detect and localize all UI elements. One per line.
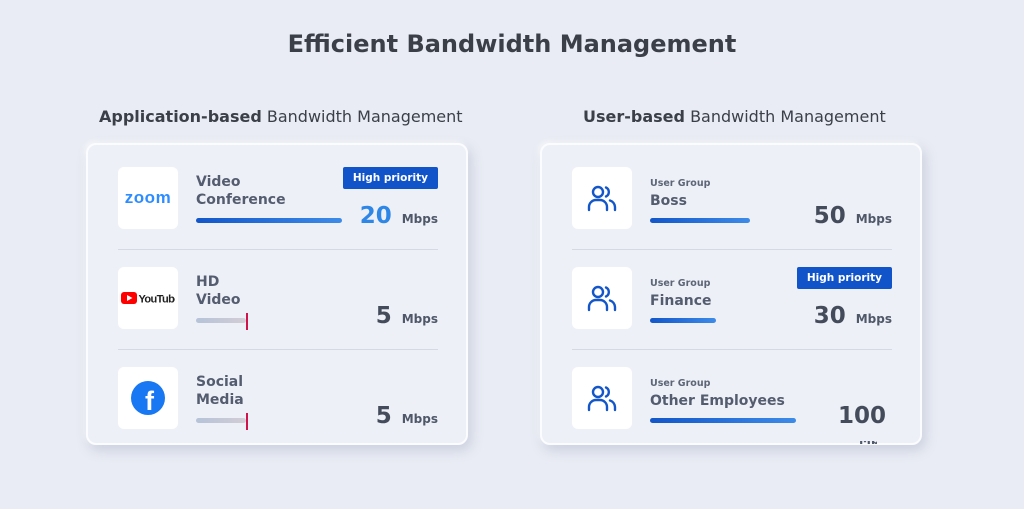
rate-display: 30 Mbps bbox=[814, 303, 892, 329]
rate-unit: Mbps bbox=[859, 441, 877, 447]
app-label-line2: Conference bbox=[196, 192, 286, 208]
user-row-boss: User Group Boss 50 Mbps bbox=[542, 145, 920, 250]
facebook-icon: f bbox=[131, 381, 165, 416]
user-section-heading: User-based Bandwidth Management bbox=[583, 107, 886, 126]
app-label-line1: Social bbox=[196, 374, 244, 390]
rate-unit: Mbps bbox=[855, 312, 892, 326]
youtube-logo: YouTube bbox=[118, 267, 178, 329]
bandwidth-bar bbox=[196, 313, 248, 330]
user-heading-bold: User-based bbox=[583, 107, 685, 126]
bandwidth-bar bbox=[196, 218, 342, 223]
rate-display: 100 bbox=[838, 403, 886, 429]
user-group-logo bbox=[572, 267, 632, 329]
rate-unit: Mbps bbox=[401, 312, 438, 326]
rate-display: 50 Mbps bbox=[814, 203, 892, 229]
rate-unit: Mbps bbox=[401, 212, 438, 226]
user-group-icon bbox=[587, 385, 617, 412]
svg-text:f: f bbox=[145, 386, 155, 416]
app-heading-rest: Bandwidth Management bbox=[261, 107, 463, 126]
rate-unit-clipped: Mbps bbox=[859, 441, 877, 447]
user-row-finance: User Group Finance High priority 30 Mbps bbox=[542, 245, 920, 350]
app-row-facebook: f Social Media 5 Mbps bbox=[88, 345, 466, 445]
zoom-logo-text: zoom bbox=[124, 188, 172, 207]
user-group-logo bbox=[572, 367, 632, 429]
app-label-line2: Media bbox=[196, 392, 244, 408]
high-priority-badge: High priority bbox=[796, 267, 892, 289]
rate-value: 20 bbox=[359, 203, 392, 229]
group-caption: User Group bbox=[650, 178, 711, 189]
group-caption: User Group bbox=[650, 378, 711, 389]
group-name: Boss bbox=[650, 193, 687, 209]
app-row-zoom: zoom Video Conference High priority 20 M… bbox=[88, 145, 466, 250]
user-group-icon bbox=[587, 185, 617, 212]
rate-value: 100 bbox=[837, 403, 886, 429]
app-section-heading: Application-based Bandwidth Management bbox=[99, 107, 463, 126]
app-label: Video Conference bbox=[196, 173, 346, 209]
app-label: Social Media bbox=[196, 373, 346, 409]
app-label-line1: Video bbox=[196, 174, 241, 190]
app-bandwidth-card: zoom Video Conference High priority 20 M… bbox=[86, 143, 468, 445]
group-name: Other Employees bbox=[650, 393, 785, 409]
rate-value: 50 bbox=[813, 203, 846, 229]
rate-unit: Mbps bbox=[401, 412, 438, 426]
group-caption: User Group bbox=[650, 278, 711, 289]
zoom-logo: zoom bbox=[118, 167, 178, 229]
rate-value: 5 bbox=[375, 303, 392, 329]
bandwidth-bar bbox=[650, 418, 796, 423]
rate-display: 20 Mbps bbox=[360, 203, 438, 229]
bandwidth-bar bbox=[650, 218, 750, 223]
rate-display: 5 Mbps bbox=[376, 403, 438, 429]
high-priority-badge: High priority bbox=[342, 167, 438, 189]
limit-marker bbox=[246, 313, 248, 330]
bandwidth-bar bbox=[196, 413, 248, 430]
youtube-icon: YouTube bbox=[121, 292, 176, 306]
app-label: HD Video bbox=[196, 273, 346, 309]
page-title: Efficient Bandwidth Management bbox=[287, 30, 737, 58]
rate-display: 5 Mbps bbox=[376, 303, 438, 329]
user-heading-rest: Bandwidth Management bbox=[684, 107, 886, 126]
user-group-icon bbox=[587, 285, 617, 312]
user-bandwidth-card: User Group Boss 50 Mbps User Group Finan… bbox=[540, 143, 922, 447]
facebook-logo: f bbox=[118, 367, 178, 429]
rate-unit: Mbps bbox=[855, 212, 892, 226]
app-row-youtube: YouTube HD Video 5 Mbps bbox=[88, 245, 466, 350]
app-label-line2: Video bbox=[196, 292, 241, 308]
svg-text:YouTube: YouTube bbox=[139, 294, 176, 306]
group-name: Finance bbox=[650, 293, 712, 309]
limit-marker bbox=[246, 413, 248, 430]
app-heading-bold: Application-based bbox=[99, 107, 262, 126]
bandwidth-bar bbox=[650, 318, 716, 323]
user-group-logo bbox=[572, 167, 632, 229]
rate-value: 5 bbox=[375, 403, 392, 429]
user-row-other-employees: User Group Other Employees 100 Mbps bbox=[542, 345, 920, 447]
app-label-line1: HD bbox=[196, 274, 220, 290]
rate-value: 30 bbox=[813, 303, 846, 329]
